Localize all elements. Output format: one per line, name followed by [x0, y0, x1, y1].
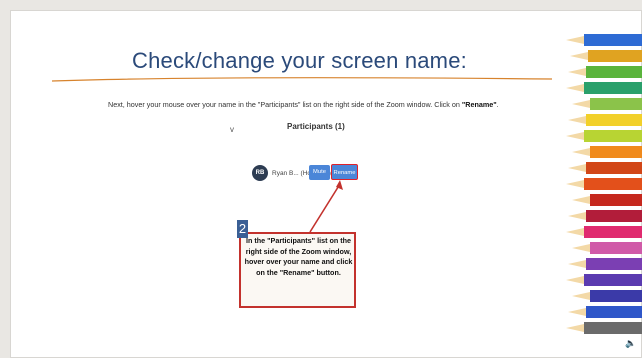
chevron-down-icon[interactable]: v	[230, 125, 234, 134]
instruction-suffix: .	[496, 100, 499, 109]
instruction-prefix: Next, hover your mouse over your name in…	[108, 100, 462, 109]
title-underline	[52, 77, 552, 82]
callout-text: In the "Participants" list on the right …	[244, 236, 353, 277]
instruction-bold: "Rename"	[461, 100, 497, 109]
avatar: RB	[252, 165, 268, 181]
participants-header: Participants (1)	[287, 122, 345, 131]
instruction-text: Next, hover your mouse over your name in…	[108, 100, 499, 109]
slide-title: Check/change your screen name:	[132, 48, 467, 73]
frame-top-border	[0, 0, 642, 10]
colored-pencils-decoration	[566, 34, 642, 334]
callout-arrow-icon	[309, 180, 343, 233]
speaker-icon[interactable]: 🔈	[625, 338, 636, 349]
